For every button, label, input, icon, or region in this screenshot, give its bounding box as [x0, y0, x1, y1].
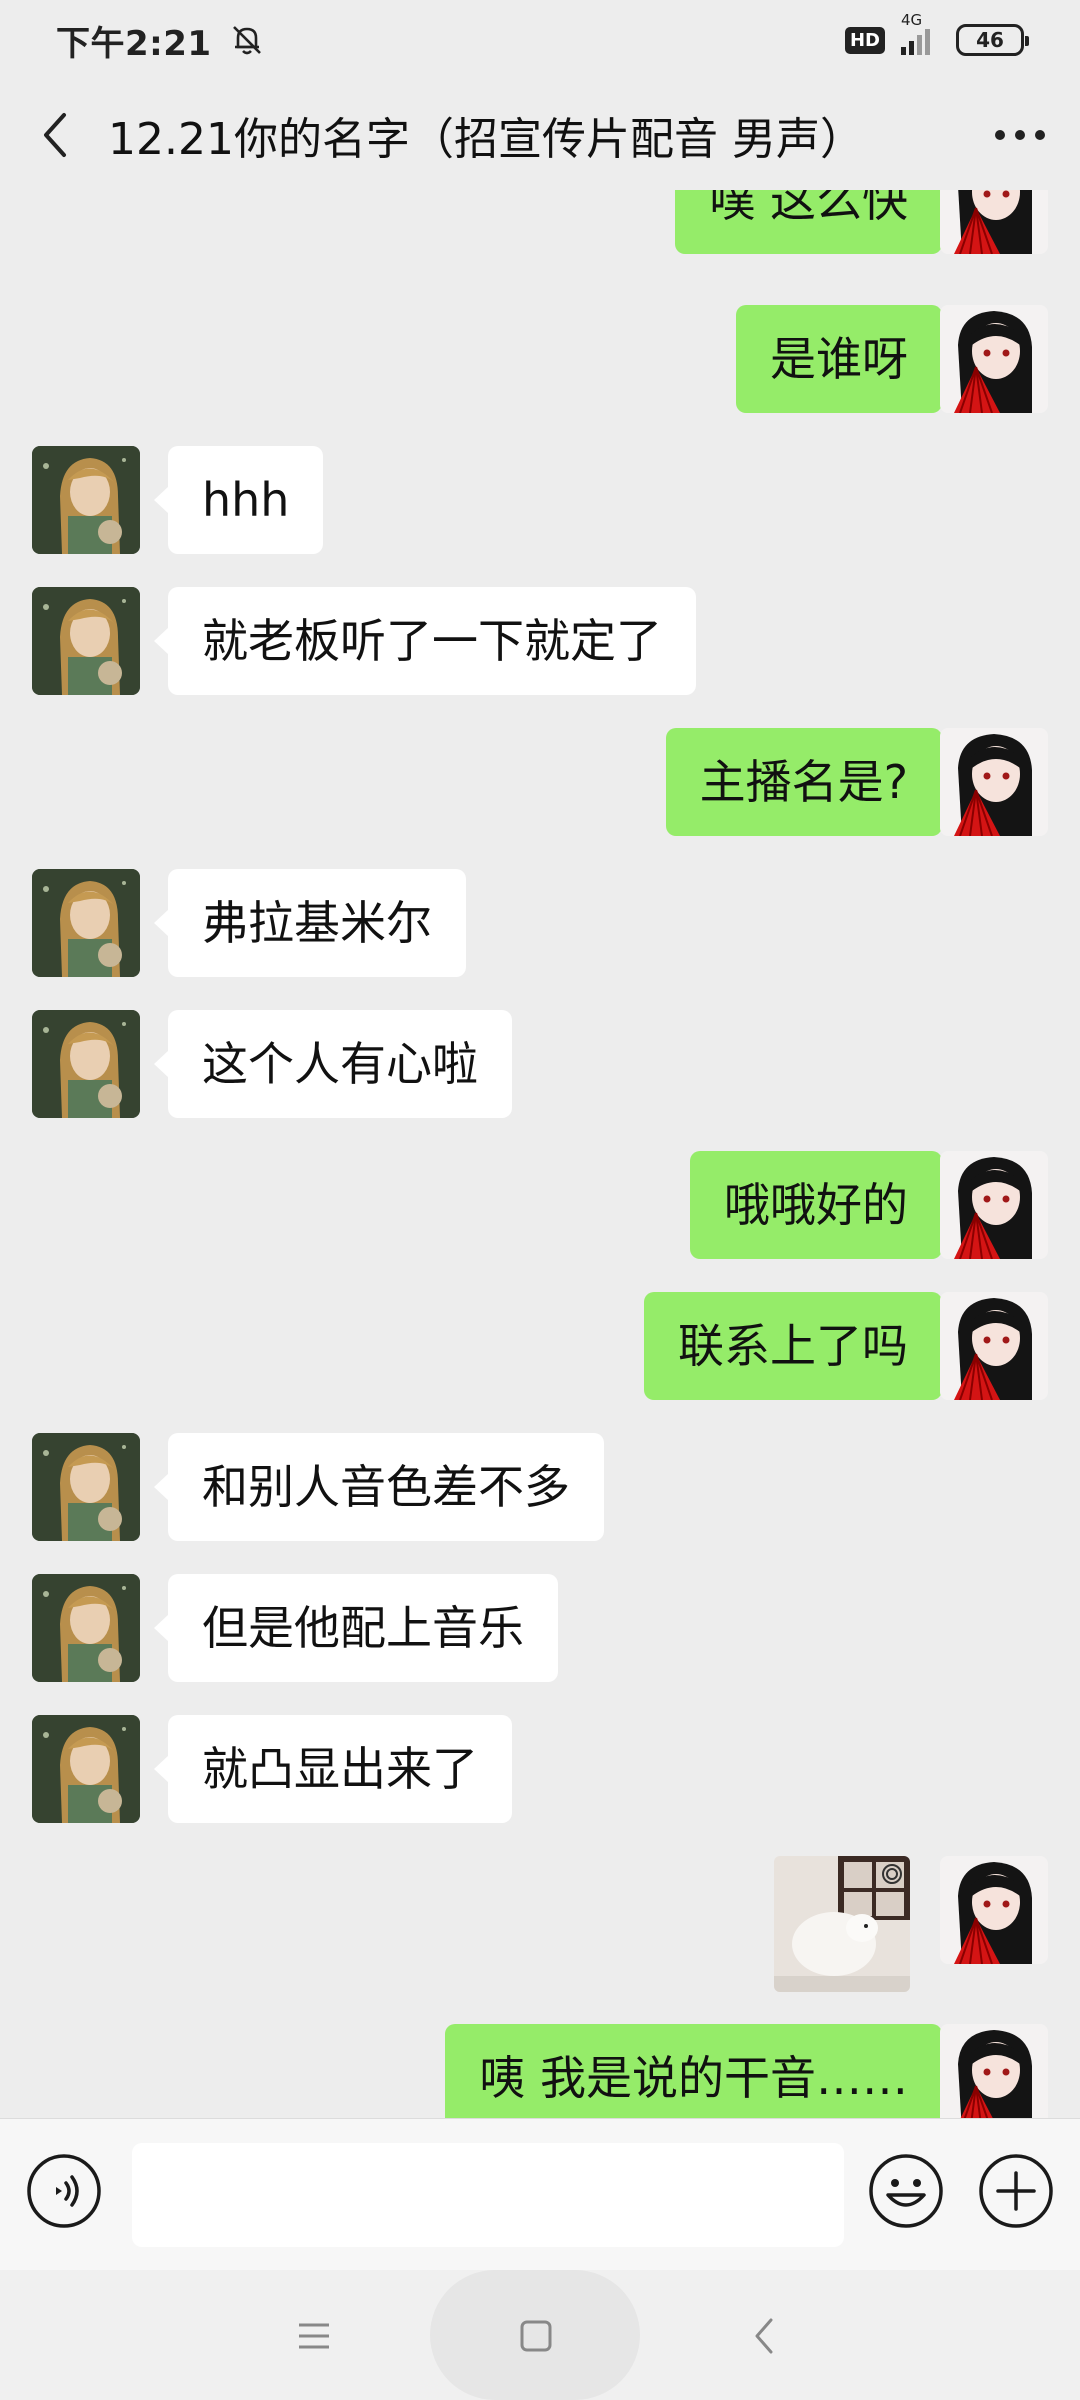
message-bubble[interactable]: 哦哦好的	[690, 1151, 956, 1259]
message-row: 主播名是?	[0, 728, 1080, 838]
avatar[interactable]	[32, 1433, 140, 1541]
message-row: 但是他配上音乐	[0, 1574, 1080, 1684]
emoji-icon[interactable]	[868, 2153, 944, 2229]
avatar[interactable]	[940, 1292, 1048, 1400]
message-input[interactable]	[132, 2143, 844, 2247]
avatar[interactable]	[940, 305, 1048, 413]
avatar[interactable]	[940, 728, 1048, 836]
signal-icon: 4G	[901, 11, 930, 55]
message-list[interactable]: 噗 这么快 是谁呀 hhh 就老板听了一下就定了 主播名是? 弗拉基米尔 这个人…	[0, 190, 1080, 2118]
more-dots-icon	[995, 130, 1045, 140]
avatar[interactable]	[940, 1151, 1048, 1259]
avatar[interactable]	[32, 1715, 140, 1823]
message-row: 咦 我是说的干音……	[0, 2024, 1080, 2118]
message-bubble[interactable]: 是谁呀	[736, 305, 956, 413]
chat-header: 12.21你的名字（招宣传片配音 男声）	[0, 80, 1080, 190]
avatar[interactable]	[32, 1010, 140, 1118]
voice-icon[interactable]	[26, 2153, 102, 2229]
message-bubble[interactable]: 就凸显出来了	[154, 1715, 512, 1823]
status-time: 下午2:21	[56, 23, 212, 64]
message-row: 弗拉基米尔	[0, 869, 1080, 979]
avatar[interactable]	[32, 1574, 140, 1682]
avatar[interactable]	[940, 2024, 1048, 2118]
message-row: 就凸显出来了	[0, 1715, 1080, 1825]
message-bubble[interactable]: 就老板听了一下就定了	[154, 587, 696, 695]
message-bubble[interactable]: hhh	[153, 446, 324, 554]
home-icon[interactable]	[496, 2298, 576, 2374]
message-row: 噗 这么快	[0, 190, 1080, 256]
message-bubble[interactable]: 和别人音色差不多	[154, 1433, 604, 1541]
message-bubble[interactable]: 联系上了吗	[644, 1292, 956, 1400]
menu-icon[interactable]	[274, 2298, 354, 2374]
back-button[interactable]	[0, 80, 110, 190]
plus-icon[interactable]	[978, 2153, 1054, 2229]
more-button[interactable]	[960, 80, 1080, 190]
back-icon[interactable]	[724, 2298, 804, 2374]
sticker-image[interactable]	[774, 1856, 910, 1992]
chevron-left-icon	[44, 113, 66, 157]
system-nav-bar	[0, 2270, 1080, 2400]
input-bar	[0, 2118, 1080, 2270]
message-bubble[interactable]: 这个人有心啦	[154, 1010, 512, 1118]
message-row: 联系上了吗	[0, 1292, 1080, 1402]
avatar[interactable]	[32, 587, 140, 695]
bell-muted-icon	[230, 23, 264, 57]
message-row: 就老板听了一下就定了	[0, 587, 1080, 697]
message-bubble[interactable]: 噗 这么快	[675, 190, 956, 254]
message-row: 和别人音色差不多	[0, 1433, 1080, 1543]
chat-title: 12.21你的名字（招宣传片配音 男声）	[108, 114, 864, 165]
message-row: 这个人有心啦	[0, 1010, 1080, 1120]
avatar[interactable]	[940, 190, 1048, 254]
message-row: hhh	[0, 446, 1080, 556]
message-row: 哦哦好的	[0, 1151, 1080, 1261]
message-bubble[interactable]: 咦 我是说的干音……	[445, 2024, 956, 2118]
hd-badge: HD	[844, 26, 885, 54]
avatar[interactable]	[32, 446, 140, 554]
avatar[interactable]	[940, 1856, 1048, 1964]
battery-indicator: 46	[956, 24, 1029, 56]
message-row: 是谁呀	[0, 305, 1080, 415]
avatar[interactable]	[32, 869, 140, 977]
status-indicators: HD 4G 46	[844, 11, 1029, 56]
message-row	[0, 1856, 1080, 1996]
message-bubble[interactable]: 弗拉基米尔	[154, 869, 466, 977]
status-bar: 下午2:21 HD 4G 46	[0, 0, 1080, 80]
message-bubble[interactable]: 但是他配上音乐	[154, 1574, 558, 1682]
network-label: 4G	[901, 11, 923, 29]
message-bubble[interactable]: 主播名是?	[665, 728, 957, 836]
